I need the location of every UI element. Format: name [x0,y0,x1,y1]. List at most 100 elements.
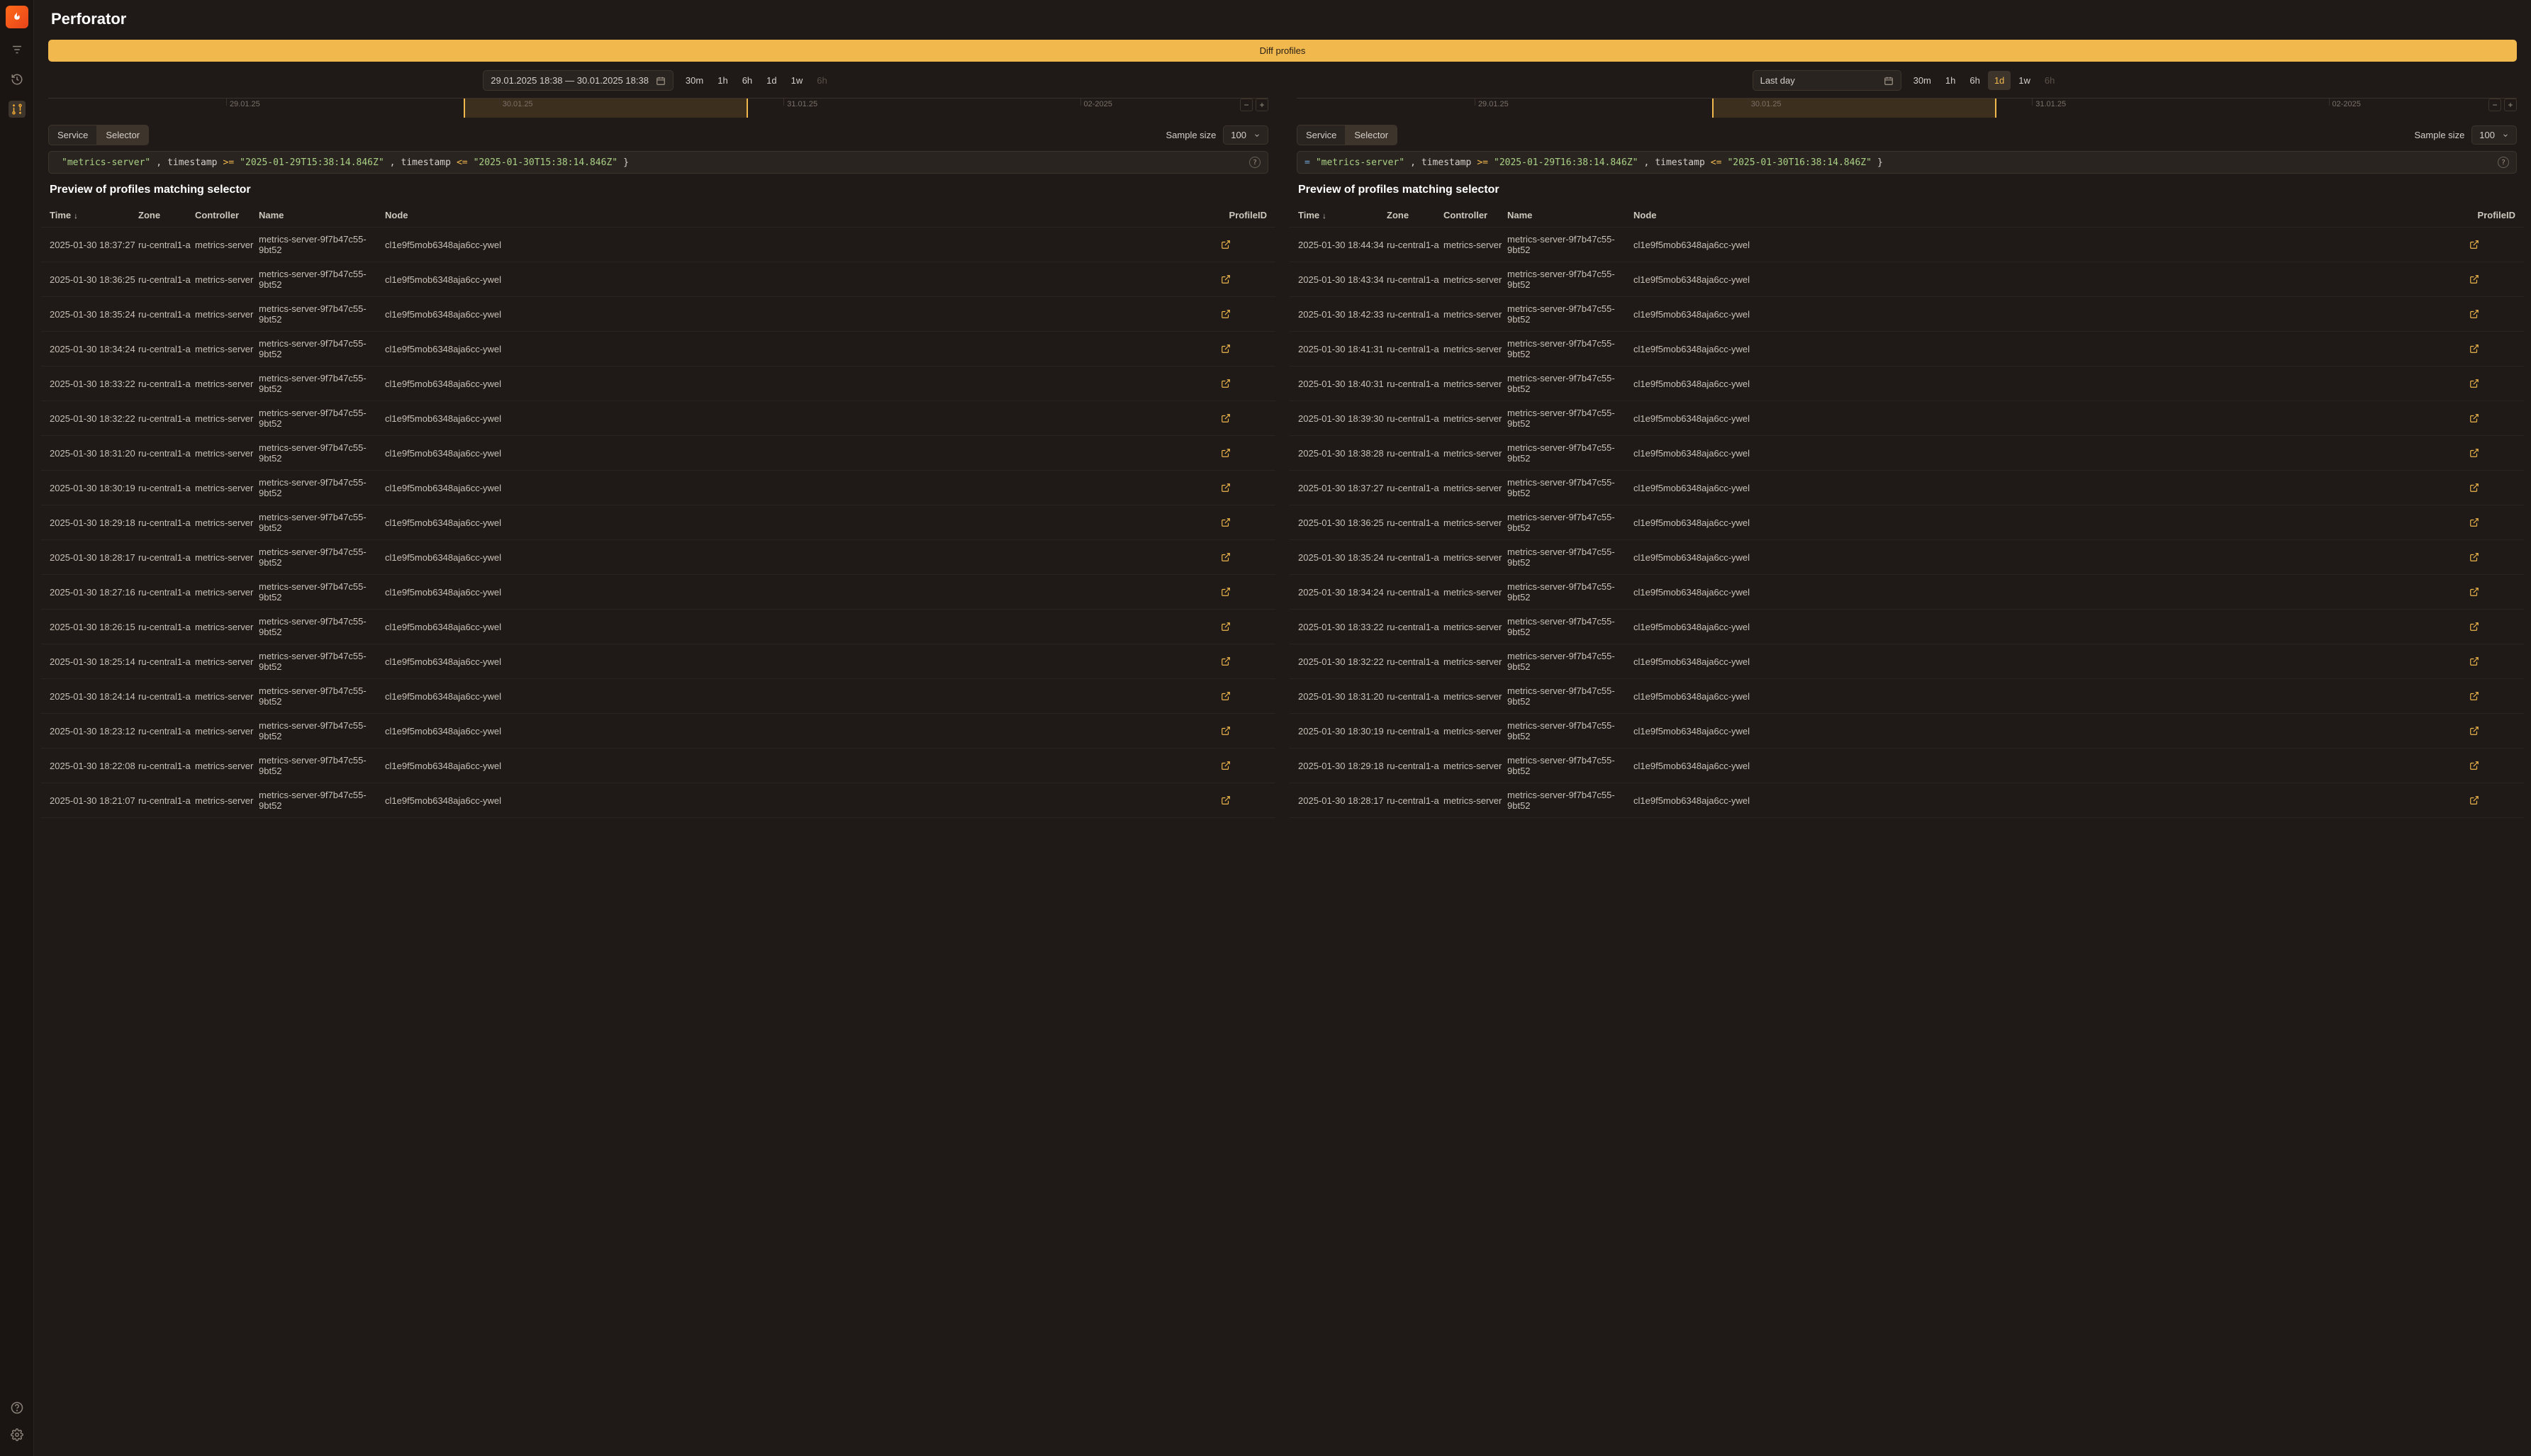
column-header-zone[interactable]: Zone [1387,210,1443,220]
open-profile-icon[interactable] [2469,274,2515,284]
open-profile-icon[interactable] [1221,517,1267,527]
table-row[interactable]: 2025-01-30 18:22:08ru-central1-ametrics-… [41,749,1275,783]
table-row[interactable]: 2025-01-30 18:30:19ru-central1-ametrics-… [41,471,1275,505]
quick-range-6h[interactable]: 6h [810,71,833,90]
zoom-in-button[interactable]: + [2504,99,2517,111]
table-row[interactable]: 2025-01-30 18:44:34ru-central1-ametrics-… [1290,228,2524,262]
table-row[interactable]: 2025-01-30 18:35:24ru-central1-ametrics-… [1290,540,2524,575]
table-row[interactable]: 2025-01-30 18:31:20ru-central1-ametrics-… [41,436,1275,471]
column-header-profileid[interactable]: ProfileID [1221,210,1267,220]
column-header-profileid[interactable]: ProfileID [2469,210,2515,220]
open-profile-icon[interactable] [2469,761,2515,771]
table-row[interactable]: 2025-01-30 18:30:19ru-central1-ametrics-… [1290,714,2524,749]
open-profile-icon[interactable] [2469,726,2515,736]
table-row[interactable]: 2025-01-30 18:31:20ru-central1-ametrics-… [1290,679,2524,714]
table-row[interactable]: 2025-01-30 18:34:24ru-central1-ametrics-… [41,332,1275,366]
open-profile-icon[interactable] [2469,795,2515,805]
table-row[interactable]: 2025-01-30 18:41:31ru-central1-ametrics-… [1290,332,2524,366]
quick-range-1h[interactable]: 1h [1939,71,1962,90]
table-row[interactable]: 2025-01-30 18:28:17ru-central1-ametrics-… [41,540,1275,575]
quick-range-1w[interactable]: 1w [2012,71,2037,90]
open-profile-icon[interactable] [1221,309,1267,319]
column-header-zone[interactable]: Zone [138,210,195,220]
table-row[interactable]: 2025-01-30 18:40:31ru-central1-ametrics-… [1290,366,2524,401]
quick-range-30m[interactable]: 30m [679,71,710,90]
open-profile-icon[interactable] [2469,587,2515,597]
open-profile-icon[interactable] [1221,344,1267,354]
open-profile-icon[interactable] [1221,552,1267,562]
open-profile-icon[interactable] [1221,587,1267,597]
table-row[interactable]: 2025-01-30 18:26:15ru-central1-ametrics-… [41,610,1275,644]
preset-picker[interactable]: Last day [1753,70,1901,91]
open-profile-icon[interactable] [1221,691,1267,701]
column-header-time[interactable]: Time↓ [1298,210,1387,220]
nav-history-icon[interactable] [9,71,26,88]
sample-size-select[interactable]: 100 [1223,125,1268,145]
column-header-time[interactable]: Time↓ [50,210,138,220]
quick-range-1w[interactable]: 1w [785,71,810,90]
timeline-left[interactable]: 29.01.2530.01.2531.01.2502-2025 − + [48,98,1268,118]
tab-service[interactable]: Service [48,125,96,145]
diff-profiles-button[interactable]: Diff profiles [48,40,2517,62]
tab-service[interactable]: Service [1297,125,1345,145]
zoom-out-button[interactable]: − [1240,99,1253,111]
open-profile-icon[interactable] [2469,413,2515,423]
open-profile-icon[interactable] [2469,379,2515,388]
open-profile-icon[interactable] [2469,691,2515,701]
open-profile-icon[interactable] [2469,656,2515,666]
zoom-in-button[interactable]: + [1256,99,1268,111]
table-row[interactable]: 2025-01-30 18:25:14ru-central1-ametrics-… [41,644,1275,679]
column-header-name[interactable]: Name [259,210,385,220]
query-help-icon[interactable]: ? [1249,157,1261,168]
table-row[interactable]: 2025-01-30 18:42:33ru-central1-ametrics-… [1290,297,2524,332]
table-row[interactable]: 2025-01-30 18:32:22ru-central1-ametrics-… [41,401,1275,436]
open-profile-icon[interactable] [2469,309,2515,319]
open-profile-icon[interactable] [1221,448,1267,458]
app-logo[interactable] [6,6,28,28]
column-header-name[interactable]: Name [1507,210,1633,220]
table-row[interactable]: 2025-01-30 18:21:07ru-central1-ametrics-… [41,783,1275,818]
quick-range-6h[interactable]: 6h [1963,71,1986,90]
open-profile-icon[interactable] [2469,240,2515,250]
table-row[interactable]: 2025-01-30 18:36:25ru-central1-ametrics-… [41,262,1275,297]
open-profile-icon[interactable] [2469,622,2515,632]
table-row[interactable]: 2025-01-30 18:29:18ru-central1-ametrics-… [41,505,1275,540]
quick-range-6h[interactable]: 6h [736,71,759,90]
quick-range-1d[interactable]: 1d [760,71,783,90]
timeline-right[interactable]: 29.01.2530.01.2531.01.2502-2025 − + [1297,98,2517,118]
column-header-controller[interactable]: Controller [195,210,259,220]
sample-size-select[interactable]: 100 [2471,125,2517,145]
open-profile-icon[interactable] [2469,517,2515,527]
open-profile-icon[interactable] [1221,656,1267,666]
open-profile-icon[interactable] [1221,240,1267,250]
column-header-node[interactable]: Node [1633,210,2469,220]
table-row[interactable]: 2025-01-30 18:36:25ru-central1-ametrics-… [1290,505,2524,540]
table-row[interactable]: 2025-01-30 18:38:28ru-central1-ametrics-… [1290,436,2524,471]
selector-query-left[interactable]: "metrics-server", timestamp>="2025-01-29… [48,151,1268,174]
nav-diff-icon[interactable] [9,101,26,118]
quick-range-30m[interactable]: 30m [1907,71,1938,90]
open-profile-icon[interactable] [2469,552,2515,562]
table-row[interactable]: 2025-01-30 18:33:22ru-central1-ametrics-… [1290,610,2524,644]
open-profile-icon[interactable] [1221,379,1267,388]
open-profile-icon[interactable] [2469,483,2515,493]
open-profile-icon[interactable] [1221,726,1267,736]
table-row[interactable]: 2025-01-30 18:27:16ru-central1-ametrics-… [41,575,1275,610]
table-row[interactable]: 2025-01-30 18:28:17ru-central1-ametrics-… [1290,783,2524,818]
tab-selector[interactable]: Selector [1345,125,1397,145]
nav-settings-icon[interactable] [9,1426,26,1443]
table-row[interactable]: 2025-01-30 18:29:18ru-central1-ametrics-… [1290,749,2524,783]
column-header-node[interactable]: Node [385,210,1221,220]
table-row[interactable]: 2025-01-30 18:43:34ru-central1-ametrics-… [1290,262,2524,297]
open-profile-icon[interactable] [1221,622,1267,632]
table-row[interactable]: 2025-01-30 18:34:24ru-central1-ametrics-… [1290,575,2524,610]
table-row[interactable]: 2025-01-30 18:35:24ru-central1-ametrics-… [41,297,1275,332]
query-help-icon[interactable]: ? [2498,157,2509,168]
table-row[interactable]: 2025-01-30 18:37:27ru-central1-ametrics-… [41,228,1275,262]
date-range-picker[interactable]: 29.01.2025 18:38 — 30.01.2025 18:38 [483,70,674,91]
open-profile-icon[interactable] [2469,448,2515,458]
table-row[interactable]: 2025-01-30 18:24:14ru-central1-ametrics-… [41,679,1275,714]
quick-range-1h[interactable]: 1h [711,71,734,90]
quick-range-6h[interactable]: 6h [2038,71,2061,90]
nav-help-icon[interactable] [9,1399,26,1416]
